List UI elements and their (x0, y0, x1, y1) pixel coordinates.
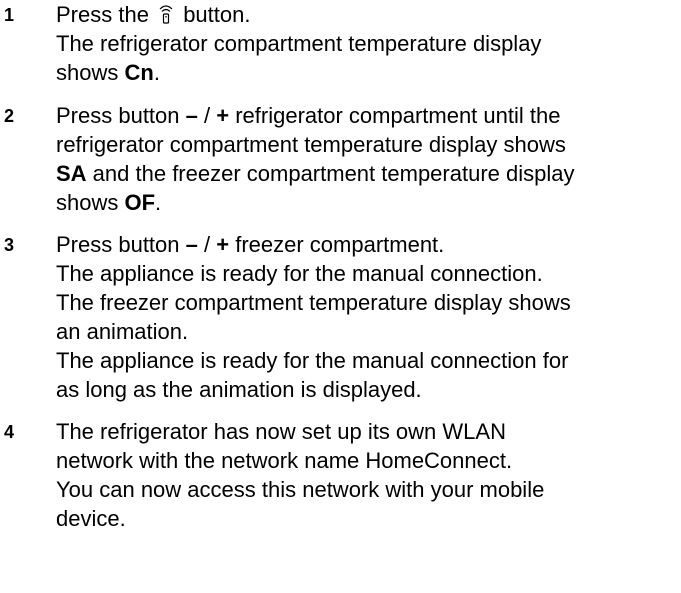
step-3-line-4: an animation. (56, 319, 189, 344)
step-2-line-2: refrigerator compartment temperature dis… (56, 132, 566, 157)
step-1-line-2: The refrigerator compartment temperature… (56, 31, 542, 56)
text: Press the (56, 2, 149, 27)
step-3-line-2: The appliance is ready for the manual co… (56, 261, 543, 286)
step-number: 4 (4, 422, 15, 442)
text: / (197, 232, 217, 257)
text: shows (56, 60, 119, 85)
step-4-line-2: network with the network name HomeConnec… (56, 448, 513, 473)
instruction-steps: 1 Press the button. The refrigerator com… (0, 0, 681, 533)
step-3-line-6: as long as the animation is displayed. (56, 377, 422, 402)
display-code: SA (56, 161, 87, 186)
step-3-line-5: The appliance is ready for the manual co… (56, 348, 569, 373)
text: Press button (56, 103, 180, 128)
step-2-line-4: shows OF. (56, 188, 681, 217)
step-3: 3 Press button – / + freezer compartment… (0, 230, 681, 404)
text: and the freezer compartment temperature … (86, 161, 575, 186)
step-4-line-1: The refrigerator has now set up its own … (56, 419, 506, 444)
text: Press button (56, 232, 180, 257)
remote-start-icon (157, 3, 175, 25)
text: / (197, 103, 217, 128)
step-number: 3 (4, 235, 15, 255)
step-4: 4 The refrigerator has now set up its ow… (0, 417, 681, 533)
display-code: Cn (124, 60, 154, 85)
text: . (155, 190, 162, 215)
text: freezer compartment. (229, 232, 445, 257)
step-2: 2 Press button – / + refrigerator compar… (0, 101, 681, 217)
minus-symbol: – (185, 232, 198, 257)
step-number: 1 (4, 5, 15, 25)
step-1: 1 Press the button. The refrigerator com… (0, 0, 681, 87)
text: shows (56, 190, 119, 215)
minus-symbol: – (185, 103, 198, 128)
text: button. (183, 2, 251, 27)
plus-symbol: + (216, 232, 230, 257)
step-4-line-3: You can now access this network with you… (56, 477, 545, 502)
display-code: OF (124, 190, 156, 215)
step-2-line-3: SA and the freezer compartment temperatu… (56, 159, 681, 188)
step-3-line-1: Press button – / + freezer compartment. (56, 230, 681, 259)
plus-symbol: + (216, 103, 230, 128)
step-1-line-3: shows Cn. (56, 58, 681, 87)
step-3-line-3: The freezer compartment temperature disp… (56, 290, 571, 315)
text: refrigerator compartment until the (229, 103, 561, 128)
step-number: 2 (4, 106, 15, 126)
step-2-line-1: Press button – / + refrigerator compartm… (56, 101, 681, 130)
step-1-line-1: Press the button. (56, 0, 681, 29)
text: . (153, 60, 160, 85)
step-4-line-4: device. (56, 506, 126, 531)
